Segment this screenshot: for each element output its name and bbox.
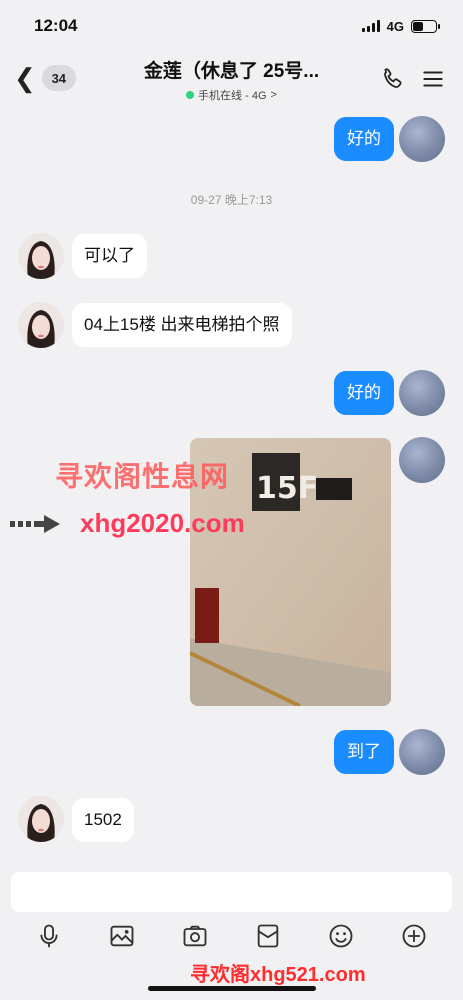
message-bubble-outgoing[interactable]: 好的 [334,117,394,161]
network-label: 4G [386,18,404,34]
mic-icon[interactable] [35,922,63,950]
online-status: 手机在线 - 4G > [100,87,363,103]
message-bubble-outgoing[interactable]: 到了 [334,730,394,774]
emoji-icon[interactable] [327,922,355,950]
self-avatar[interactable] [399,370,445,416]
menu-icon[interactable] [420,66,446,92]
contact-photo-icon [18,233,64,279]
back-button[interactable]: ❮ 34 [14,65,76,91]
plus-icon[interactable] [400,922,428,950]
watermark-url: xhg2020.com [80,508,245,538]
online-dot-icon [186,91,195,99]
message-bubble-outgoing[interactable]: 好的 [334,371,394,415]
online-status-text: 手机在线 - 4G [198,90,267,102]
input-toolbar [0,922,463,954]
arrow-right-icon [10,515,60,533]
message-bubble-incoming[interactable]: 1502 [72,798,134,842]
floor-sign: 15F [256,471,318,506]
chat-title-area[interactable]: 金莲（休息了 25号... 手机在线 - 4G > [100,56,363,103]
contact-avatar[interactable] [18,796,64,842]
phone-icon[interactable] [380,66,406,92]
self-avatar[interactable] [399,729,445,775]
message-bubble-incoming[interactable]: 04上15楼 出来电梯拍个照 [72,303,292,347]
contact-avatar[interactable] [18,233,64,279]
home-indicator[interactable] [148,986,316,991]
chevron-right-icon: > [270,89,277,101]
status-time: 12:04 [34,16,78,35]
chat-header: ❮ 34 金莲（休息了 25号... 手机在线 - 4G > [0,52,463,110]
message-timestamp: 09-27 晚上7:13 [190,193,273,207]
contact-avatar[interactable] [18,302,64,348]
self-avatar[interactable] [399,116,445,162]
watermark-bottom: 寻欢阁xhg521.com [190,964,366,986]
camera-icon[interactable] [181,922,209,950]
input-area: 寻欢阁xhg521.com [0,862,463,1000]
message-bubble-incoming[interactable]: 可以了 [72,234,147,278]
contact-photo-icon [18,796,64,842]
contact-photo-icon [18,302,64,348]
watermark-site-name: 寻欢阁性息网 [55,461,230,492]
message-input[interactable] [11,872,452,912]
battery-icon [411,19,440,33]
status-indicators: 4G [361,18,440,34]
red-packet-icon[interactable] [254,922,282,950]
unread-badge: 34 [41,65,76,91]
self-avatar[interactable] [399,437,445,483]
status-bar: 12:04 4G [0,0,463,52]
image-icon[interactable] [108,922,136,950]
signal-icon [361,20,380,32]
chat-title: 金莲（休息了 25号... [143,61,320,82]
chevron-left-icon: ❮ [14,63,36,93]
